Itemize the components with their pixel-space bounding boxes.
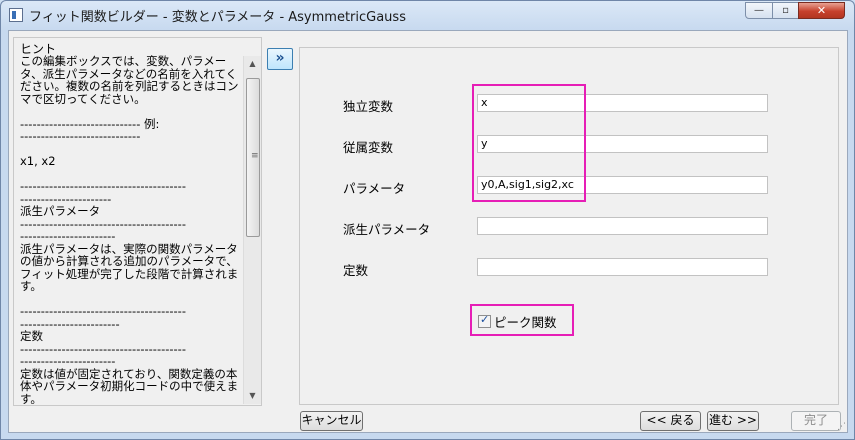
grip-icon: ≡ xyxy=(251,151,259,161)
variables-form: 独立変数 x 従属変数 y パラメータ y0,A,sig1,sig2,xc 派生… xyxy=(299,47,839,405)
minimize-button[interactable]: — xyxy=(745,2,773,19)
finish-button[interactable]: 完了 xyxy=(791,411,841,431)
derived-parameters-label: 派生パラメータ xyxy=(343,222,431,237)
constants-input[interactable] xyxy=(477,258,768,276)
hint-scrollbar[interactable]: ▲ ≡ ▼ xyxy=(243,56,261,404)
constants-label: 定数 xyxy=(343,263,369,278)
variables-highlight-box xyxy=(472,84,586,202)
scroll-down-icon[interactable]: ▼ xyxy=(244,388,261,404)
independent-variable-label: 独立変数 xyxy=(343,99,394,114)
collapse-hint-button[interactable]: » xyxy=(267,48,293,70)
hint-panel: ヒント この編集ボックスでは、変数、パラメータ、派生パラメータなどの名前を入れて… xyxy=(13,37,262,406)
cancel-button[interactable]: キャンセル xyxy=(300,411,363,431)
hint-text: この編集ボックスでは、変数、パラメータ、派生パラメータなどの名前を入れてください… xyxy=(20,54,239,406)
scroll-thumb[interactable]: ≡ xyxy=(246,78,260,237)
derived-parameters-input[interactable] xyxy=(477,217,768,235)
back-button[interactable]: << 戻る xyxy=(640,411,701,431)
title-bar[interactable]: フィット関数ビルダー - 変数とパラメータ - AsymmetricGauss … xyxy=(1,1,854,29)
scroll-up-icon[interactable]: ▲ xyxy=(244,56,261,72)
next-button[interactable]: 進む >> xyxy=(707,411,759,431)
maximize-button[interactable]: ▫ xyxy=(772,2,799,19)
dependent-variable-label: 従属変数 xyxy=(343,140,394,155)
dialog-window: フィット関数ビルダー - 変数とパラメータ - AsymmetricGauss … xyxy=(0,0,855,440)
window-title: フィット関数ビルダー - 変数とパラメータ - AsymmetricGauss xyxy=(29,10,406,25)
dialog-client-area: ヒント この編集ボックスでは、変数、パラメータ、派生パラメータなどの名前を入れて… xyxy=(8,30,848,433)
resize-grip-icon[interactable]: ⋰ xyxy=(837,423,846,432)
close-button[interactable]: ✕ xyxy=(798,2,845,19)
app-icon xyxy=(9,8,23,22)
peak-function-highlight-box xyxy=(470,304,574,336)
parameters-label: パラメータ xyxy=(343,181,406,196)
